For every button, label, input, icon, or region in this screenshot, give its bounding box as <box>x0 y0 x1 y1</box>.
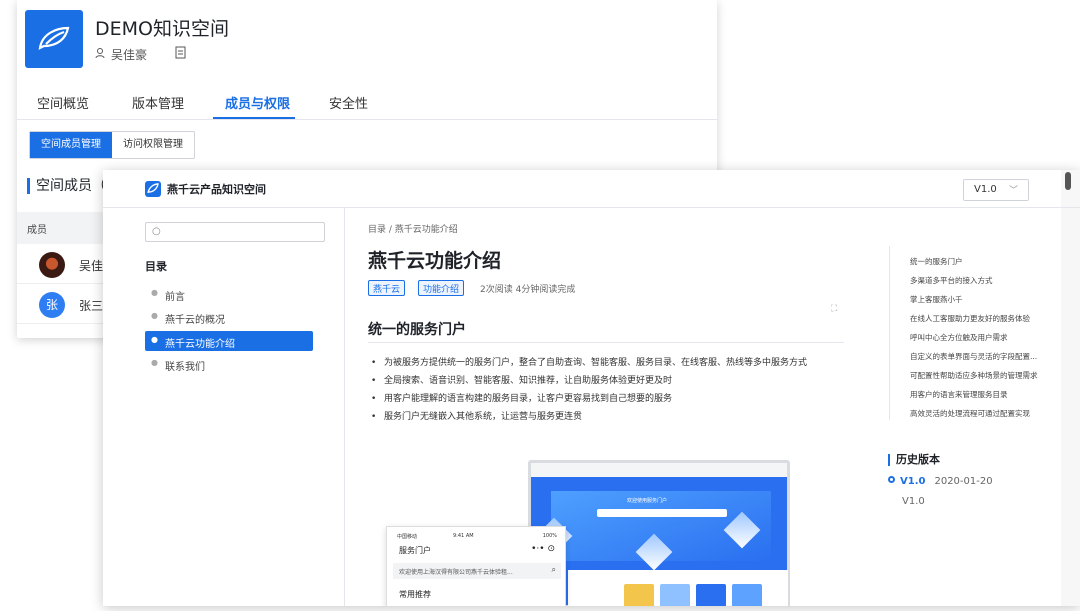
toc-item-label: 前言 <box>165 292 185 303</box>
owner-name: 吴佳豪 <box>111 48 148 62</box>
active-tab-indicator <box>213 117 295 119</box>
chevron-down-icon: ﹀ <box>1008 186 1018 196</box>
history-date: 2020-01-20 <box>934 476 993 487</box>
bullet-dot-icon: ● <box>151 288 158 297</box>
tab-security[interactable]: 安全性 <box>329 93 368 112</box>
page-title: 燕千云功能介绍 <box>368 250 502 272</box>
member-name: 吴佳 <box>79 259 104 273</box>
document-content: 目录 / 燕千云功能介绍 燕千云功能介绍 燕千云 功能介绍 2次阅读 4分钟阅读… <box>346 208 846 606</box>
bullet-dot-icon: ● <box>151 311 158 320</box>
toc-item-label: 燕千云功能介绍 <box>165 339 235 350</box>
list-item: 全局搜索、语音识别、智能客服、知识推荐，让自助服务体验更好更及时 <box>368 372 838 390</box>
target-icon: •·• ⊙ <box>531 544 555 554</box>
outline-item[interactable]: 统一的服务门户 <box>910 256 1060 267</box>
tag-badge[interactable]: 功能介绍 <box>418 280 465 296</box>
toc-item-features[interactable]: ● 燕千云功能介绍 <box>145 331 313 351</box>
version-select[interactable]: V1.0 ﹀ <box>963 179 1029 201</box>
search-icon: ○ <box>152 226 161 237</box>
phone-battery: 100% <box>542 533 557 539</box>
tag-badge[interactable]: 燕千云 <box>368 280 406 296</box>
outline-item[interactable]: 多渠道多平台的接入方式 <box>910 275 1060 286</box>
section-title: 统一的服务门户 <box>368 322 466 338</box>
bullet-dot-icon: ● <box>151 358 158 367</box>
history-item[interactable]: V1.0 2020-01-20 <box>888 476 993 487</box>
list-item: 用客户能理解的语言构建的服务目录，让客户更容易找到自己想要的服务 <box>368 390 838 408</box>
toc-item-label: 联系我们 <box>165 362 205 373</box>
member-name: 张三 <box>79 299 104 313</box>
thumbnail <box>696 584 726 606</box>
space-title: DEMO知识空间 <box>95 18 229 40</box>
app-logo-icon <box>145 181 161 197</box>
space-logo-icon <box>25 10 83 68</box>
bullet-dot-icon: ● <box>151 335 158 344</box>
phone-search: 欢迎使用上海汉得有限公司燕千云体验租... ⌕ <box>393 563 561 579</box>
portal-panel <box>568 570 788 606</box>
subtab-space-members[interactable]: 空间成员管理 <box>30 132 112 158</box>
phone-carrier: 中国移动 <box>397 534 418 540</box>
divider <box>368 342 844 343</box>
toc-sidebar: ○ 目录 ● 前言 ● 燕千云的概况 ● 燕千云功能介绍 ● 联系我们 <box>103 208 345 606</box>
phone-mockup: 中国移动 9:41 AM 100% 服务门户 •·• ⊙ 欢迎使用上海汉得有限公… <box>386 526 566 606</box>
timeline-dot-icon <box>888 476 895 483</box>
outline-item[interactable]: 高效灵活的处理流程可通过配置实现 <box>910 408 1060 419</box>
avatar <box>39 252 65 278</box>
outline-item[interactable]: 自定义的表单界面与灵活的字段配置... <box>910 351 1060 362</box>
search-icon: ⌕ <box>551 565 556 574</box>
browser-bar <box>531 463 787 477</box>
fullscreen-icon[interactable]: ⛶ <box>831 304 837 314</box>
toc-item-contact[interactable]: ● 联系我们 <box>145 354 313 374</box>
members-section-title: 空间成员（2 <box>27 178 115 194</box>
thumbnail <box>660 584 690 606</box>
outline-item[interactable]: 掌上客服燕小千 <box>910 294 1060 305</box>
outline-divider <box>889 246 890 420</box>
app-title: 燕千云产品知识空间 <box>167 183 266 196</box>
toc-item-overview[interactable]: ● 燕千云的概况 <box>145 307 313 327</box>
member-subtabs: 空间成员管理 访问权限管理 <box>29 131 195 159</box>
list-item: 服务门户无缝嵌入其他系统，让运营与服务更连贯 <box>368 408 838 426</box>
toc-item-preface[interactable]: ● 前言 <box>145 284 313 304</box>
read-stats: 2次阅读 4分钟阅读完成 <box>480 285 576 295</box>
phone-title: 服务门户 <box>399 546 431 555</box>
tab-members-permissions[interactable]: 成员与权限 <box>225 93 290 112</box>
history-title: 历史版本 <box>888 454 940 466</box>
portal-search-bar <box>597 509 727 517</box>
tab-versions[interactable]: 版本管理 <box>132 93 184 112</box>
scrollbar-track[interactable] <box>1061 170 1080 606</box>
document-icon[interactable] <box>175 44 186 63</box>
history-item[interactable]: V1.0 <box>902 496 925 507</box>
outline-item[interactable]: 用客户的语言来管理服务目录 <box>910 389 1060 400</box>
subtab-access-permissions[interactable]: 访问权限管理 <box>112 132 194 158</box>
list-item: 为被服务方提供统一的服务门户，整合了自助查询、智能客服、服务目录、在线客服、热线… <box>368 354 838 372</box>
space-owner: 吴佳豪 <box>95 46 147 63</box>
phone-time: 9:41 AM <box>453 533 474 539</box>
service-portal-illustration: 欢迎使用服务门户 中国移动 9:41 AM 100% 服务门户 •·• ⊙ 欢迎… <box>386 458 826 606</box>
tab-overview[interactable]: 空间概览 <box>37 93 89 112</box>
phone-search-text: 欢迎使用上海汉得有限公司燕千云体验租... <box>399 569 513 576</box>
thumbnail <box>624 584 654 606</box>
outline-item[interactable]: 可配置性帮助适应多种场景的管理需求 <box>910 370 1060 381</box>
toc-title: 目录 <box>145 260 167 273</box>
portal-banner-text: 欢迎使用服务门户 <box>627 498 668 504</box>
thumbnail <box>732 584 762 606</box>
breadcrumb[interactable]: 目录 / 燕千云功能介绍 <box>368 222 458 235</box>
avatar: 张 <box>39 292 65 318</box>
search-input[interactable]: ○ <box>145 222 325 242</box>
settings-tabs: 空间概览 版本管理 成员与权限 安全性 <box>17 90 717 120</box>
toc-item-label: 燕千云的概况 <box>165 315 225 326</box>
outline-item[interactable]: 在线人工客服助力更友好的服务体验 <box>910 313 1060 324</box>
app-header: 燕千云产品知识空间 V1.0 ﹀ <box>103 170 1080 208</box>
version-select-value: V1.0 <box>974 184 997 195</box>
phone-section: 常用推荐 <box>399 590 431 599</box>
outline-item[interactable]: 呼叫中心全方位触及用户需求 <box>910 332 1060 343</box>
feature-list: 为被服务方提供统一的服务门户，整合了自助查询、智能客服、服务目录、在线客服、热线… <box>368 354 838 426</box>
knowledge-space-window: 燕千云产品知识空间 V1.0 ﹀ ○ 目录 ● 前言 ● 燕千云的概况 ● 燕千云功能… <box>103 170 1080 606</box>
user-icon <box>95 47 107 62</box>
history-version: V1.0 <box>900 476 926 487</box>
